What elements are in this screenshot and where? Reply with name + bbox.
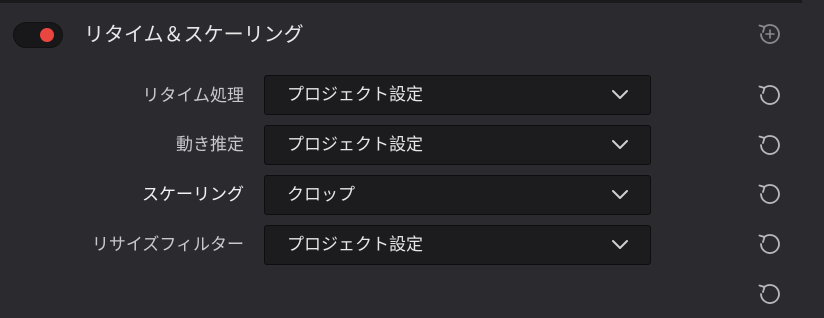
chevron-down-icon	[610, 187, 630, 203]
scaling-reset-icon[interactable]	[754, 179, 784, 209]
retime-process-value: プロジェクト設定	[287, 85, 423, 105]
scaling-value: クロップ	[287, 185, 355, 205]
resize-filter-dropdown[interactable]: プロジェクト設定	[264, 225, 651, 265]
panel-right-edge	[802, 0, 824, 318]
section-enable-toggle[interactable]	[13, 22, 63, 48]
chevron-down-icon	[610, 87, 630, 103]
motion-estimation-dropdown[interactable]: プロジェクト設定	[264, 125, 651, 165]
section-title: リタイム＆スケーリング	[84, 22, 304, 46]
retime-process-dropdown[interactable]: プロジェクト設定	[264, 75, 651, 115]
retime-process-reset-icon[interactable]	[754, 80, 784, 110]
scaling-label: スケーリング	[142, 185, 244, 205]
resize-filter-value: プロジェクト設定	[287, 235, 423, 255]
panel-divider	[0, 0, 802, 3]
chevron-down-icon	[610, 237, 630, 253]
motion-estimation-reset-icon[interactable]	[754, 130, 784, 160]
section-reset-icon[interactable]	[754, 19, 784, 49]
extra-reset-icon[interactable]	[754, 279, 784, 309]
resize-filter-label: リサイズフィルター	[91, 235, 244, 255]
retime-process-label: リタイム処理	[142, 86, 244, 106]
chevron-down-icon	[610, 137, 630, 153]
scaling-dropdown[interactable]: クロップ	[264, 175, 651, 215]
resize-filter-reset-icon[interactable]	[754, 229, 784, 259]
toggle-knob	[40, 28, 54, 42]
motion-estimation-label: 動き推定	[176, 135, 244, 155]
retime-scaling-panel: リタイム＆スケーリング リタイム処理 プロジェクト設定 動き推定 プロジェクト設…	[0, 0, 824, 318]
motion-estimation-value: プロジェクト設定	[287, 135, 423, 155]
